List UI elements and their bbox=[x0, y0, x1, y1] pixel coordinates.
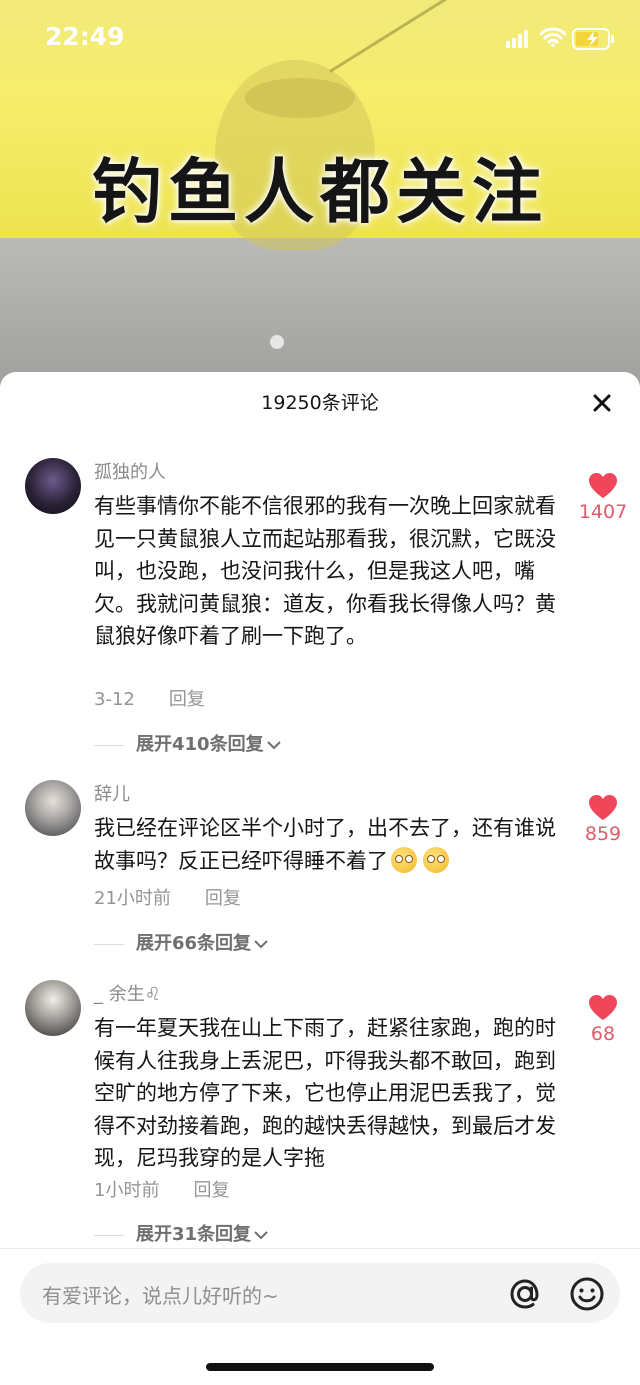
comment-date: 3-12 bbox=[94, 689, 135, 710]
status-bar: 22:49 bbox=[0, 0, 640, 80]
emoji-icon[interactable] bbox=[568, 1275, 606, 1313]
dizzy-face-emoji-icon bbox=[391, 846, 417, 873]
expand-replies-button[interactable]: 展开31条回复 bbox=[94, 1220, 269, 1246]
divider-line bbox=[94, 744, 124, 746]
avatar[interactable] bbox=[25, 458, 81, 514]
comment-count-title: 19250条评论 bbox=[261, 392, 379, 414]
avatar[interactable] bbox=[25, 780, 81, 836]
comment-meta: 1小时前 回复 bbox=[94, 1176, 229, 1202]
chevron-down-icon bbox=[254, 1231, 268, 1240]
video-title: 钓鱼人都关注 bbox=[92, 151, 548, 233]
like-count: 1407 bbox=[578, 501, 628, 523]
comment-text: 有一年夏天我在山上下雨了，赶紧往家跑，跑的时候有人往我身上丢泥巴，吓得我头都不敢… bbox=[94, 1016, 556, 1170]
like-button[interactable]: 859 bbox=[575, 794, 631, 845]
comment-meta: 21小时前 回复 bbox=[94, 884, 241, 910]
comment-text: 有些事情你不能不信很邪的我有一次晚上回家就看见一只黄鼠狼人立而起站那看我，很沉默… bbox=[94, 494, 556, 648]
comment-text: 我已经在评论区半个小时了，出不去了，还有谁说故事吗？反正已经吓得睡不着了 bbox=[94, 812, 564, 877]
expand-replies-button[interactable]: 展开410条回复 bbox=[94, 730, 282, 756]
expand-replies-label: 展开66条回复 bbox=[136, 933, 252, 954]
wifi-icon bbox=[540, 27, 566, 47]
like-button[interactable]: 68 bbox=[575, 994, 631, 1045]
cellular-signal-icon bbox=[506, 30, 528, 48]
heart-icon bbox=[589, 795, 617, 820]
like-count: 68 bbox=[590, 1023, 616, 1045]
reply-button[interactable]: 回复 bbox=[169, 689, 205, 710]
video-dot bbox=[270, 335, 284, 349]
chevron-down-icon bbox=[266, 741, 281, 750]
divider-line bbox=[94, 1234, 124, 1236]
expand-replies-label: 展开410条回复 bbox=[136, 734, 264, 755]
comment-date: 1小时前 bbox=[94, 1180, 160, 1201]
reply-button[interactable]: 回复 bbox=[205, 888, 241, 909]
comment-text-body: 我已经在评论区半个小时了，出不去了，还有谁说故事吗？反正已经吓得睡不着了 bbox=[94, 816, 556, 873]
heart-icon bbox=[589, 473, 617, 498]
input-divider bbox=[0, 1248, 640, 1249]
expand-replies-label: 展开31条回复 bbox=[136, 1224, 252, 1245]
comment-date: 21小时前 bbox=[94, 888, 171, 909]
heart-icon bbox=[589, 995, 617, 1020]
comment-input-placeholder: 有爱评论，说点儿好听的~ bbox=[42, 1284, 279, 1308]
comment-meta: 3-12 回复 bbox=[94, 685, 205, 711]
status-time: 22:49 bbox=[45, 22, 125, 51]
avatar[interactable] bbox=[25, 980, 81, 1036]
mention-at-icon[interactable] bbox=[506, 1275, 544, 1313]
comment-author[interactable]: 辞儿 bbox=[94, 780, 130, 806]
like-count: 859 bbox=[584, 823, 622, 845]
comment-author[interactable]: _ 余生♌ bbox=[94, 980, 161, 1006]
reply-button[interactable]: 回复 bbox=[193, 1180, 229, 1201]
comment-author[interactable]: 孤独的人 bbox=[94, 458, 166, 484]
home-indicator bbox=[206, 1363, 434, 1371]
close-icon[interactable] bbox=[588, 389, 616, 417]
hat-silhouette bbox=[245, 78, 355, 118]
chevron-down-icon bbox=[254, 940, 268, 949]
comment-input[interactable]: 有爱评论，说点儿好听的~ bbox=[20, 1263, 620, 1323]
battery-charging-icon bbox=[572, 28, 614, 50]
comment-sheet: 19250条评论 孤独的人 有些事情你不能不信很邪的我有一次晚上回家就看见一只黄… bbox=[0, 372, 640, 1385]
divider-line bbox=[94, 943, 124, 945]
expand-replies-button[interactable]: 展开66条回复 bbox=[94, 929, 269, 955]
like-button[interactable]: 1407 bbox=[575, 472, 631, 523]
dizzy-face-emoji-icon bbox=[423, 846, 449, 873]
